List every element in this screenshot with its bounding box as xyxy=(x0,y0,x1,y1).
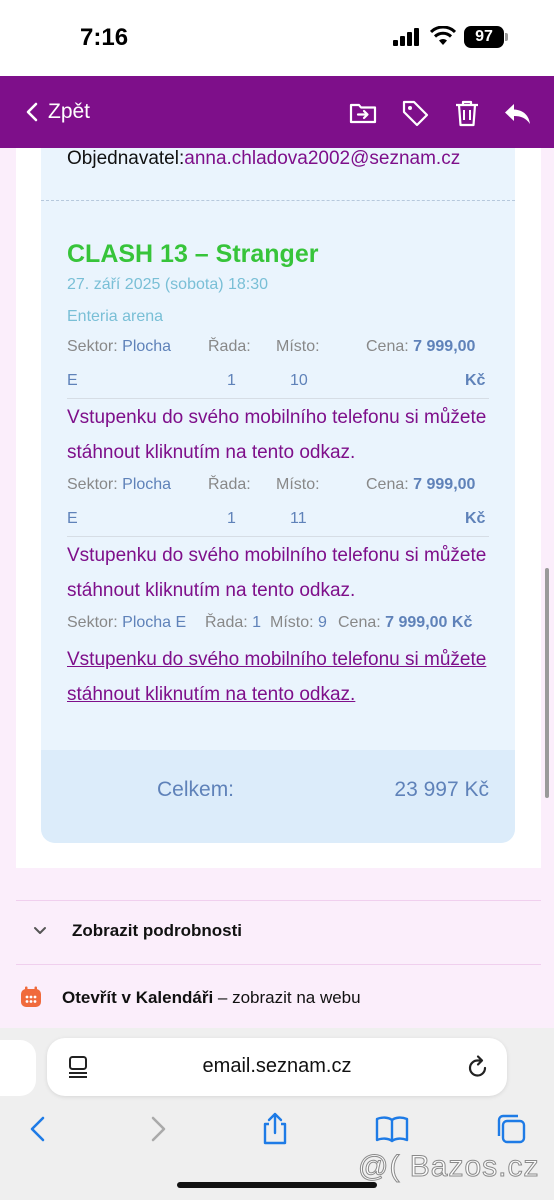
seat-label: Místo: xyxy=(270,614,314,631)
seat-label: Místo: xyxy=(276,338,320,355)
total-bar: Celkem: 23 997 Kč xyxy=(41,750,515,843)
price-label: Cena: xyxy=(338,614,381,631)
row-value: 1 xyxy=(252,614,262,631)
sector-value: Plocha xyxy=(122,476,172,493)
price-label: Cena: xyxy=(366,338,409,355)
home-indicator xyxy=(177,1182,377,1188)
price-value: 7 999,00 xyxy=(413,338,476,355)
row-label: Řada: xyxy=(208,476,251,493)
dashed-divider xyxy=(41,200,515,201)
sector-suffix: E xyxy=(67,510,78,527)
status-bar: 7:16 97 xyxy=(0,0,554,76)
ticket-download-link[interactable]: Vstupenku do svého mobilního telefonu si… xyxy=(67,642,497,712)
chevron-down-icon xyxy=(34,927,46,934)
seat-value: 10 xyxy=(290,372,308,389)
calendar-icon xyxy=(21,986,41,1007)
price-label: Cena: xyxy=(366,476,409,493)
row-value: 1 xyxy=(227,510,236,527)
watermark-text: @( Bazos.cz xyxy=(358,1150,540,1184)
share-icon[interactable] xyxy=(258,1112,292,1146)
sector-label: Sektor: xyxy=(67,476,118,493)
price-currency: Kč xyxy=(465,510,486,527)
orderer-label: Objednavatel: xyxy=(67,148,185,169)
status-time: 7:16 xyxy=(80,24,129,51)
chevron-left-icon xyxy=(26,102,38,122)
price-currency: Kč xyxy=(465,372,486,389)
trash-icon[interactable] xyxy=(452,98,482,128)
open-in-calendar-label: Otevřít v Kalendáři xyxy=(62,988,214,1007)
reload-icon[interactable] xyxy=(466,1054,490,1080)
sector-label: Sektor: xyxy=(67,614,118,631)
reply-icon[interactable] xyxy=(502,98,532,128)
ticket-download-link[interactable]: Vstupenku do svého mobilního telefonu si… xyxy=(67,400,497,470)
email-body: Objednavatel:anna.chladova2002@seznam.cz… xyxy=(0,148,554,900)
cellular-signal-icon xyxy=(393,28,419,46)
ticket-divider xyxy=(67,398,489,399)
browser-back-icon[interactable] xyxy=(22,1112,56,1146)
battery-indicator: 97 xyxy=(464,26,504,48)
back-label: Zpět xyxy=(48,100,91,123)
url-text: email.seznam.cz xyxy=(202,1055,352,1077)
address-bar[interactable]: email.seznam.cz xyxy=(47,1038,507,1096)
row-label: Řada: xyxy=(208,338,251,355)
tag-icon[interactable] xyxy=(400,98,430,128)
price-value: 7 999,00 Kč xyxy=(385,614,473,631)
seat-value: 11 xyxy=(290,510,307,527)
bookmarks-icon[interactable] xyxy=(375,1112,409,1146)
show-details-label: Zobrazit podrobnosti xyxy=(72,921,242,940)
total-value: 23 997 Kč xyxy=(394,778,489,801)
ticket-divider xyxy=(67,536,489,537)
open-on-web-label: – zobrazit na webu xyxy=(213,988,361,1007)
move-to-folder-icon[interactable] xyxy=(348,98,378,128)
seat-value: 9 xyxy=(318,614,327,631)
show-details-row[interactable]: Zobrazit podrobnosti xyxy=(16,900,541,965)
back-button[interactable]: Zpět xyxy=(26,98,90,126)
sector-suffix: E xyxy=(67,372,78,389)
total-label: Celkem: xyxy=(157,778,235,801)
previous-tab-preview[interactable] xyxy=(0,1040,36,1096)
row-label: Řada: xyxy=(205,614,248,631)
price-value: 7 999,00 xyxy=(413,476,476,493)
browser-forward-icon[interactable] xyxy=(140,1112,174,1146)
orderer-line: Objednavatel:anna.chladova2002@seznam.cz xyxy=(67,148,460,170)
open-in-calendar-row[interactable]: Otevřít v Kalendáři – zobrazit na webu xyxy=(0,966,554,1028)
event-venue: Enteria arena xyxy=(67,308,164,325)
row-value: 1 xyxy=(227,372,236,389)
mail-toolbar: Zpět xyxy=(0,76,554,148)
order-summary-card: Objednavatel:anna.chladova2002@seznam.cz… xyxy=(41,148,515,843)
ticket-download-link[interactable]: Vstupenku do svého mobilního telefonu si… xyxy=(67,538,497,608)
event-date: 27. září 2025 (sobota) 18:30 xyxy=(67,276,269,293)
sector-value: Plocha E xyxy=(122,614,187,631)
tabs-icon[interactable] xyxy=(494,1112,528,1146)
open-in-calendar-text: Otevřít v Kalendáři – zobrazit na webu xyxy=(62,988,361,1008)
wifi-icon xyxy=(430,26,456,45)
sector-value: Plocha xyxy=(122,338,172,355)
sector-label: Sektor: xyxy=(67,338,118,355)
seat-label: Místo: xyxy=(276,476,320,493)
event-title: CLASH 13 – Stranger xyxy=(67,240,319,268)
scrollbar[interactable] xyxy=(545,568,549,798)
orderer-email[interactable]: anna.chladova2002@seznam.cz xyxy=(184,148,460,169)
battery-tip xyxy=(505,33,508,41)
